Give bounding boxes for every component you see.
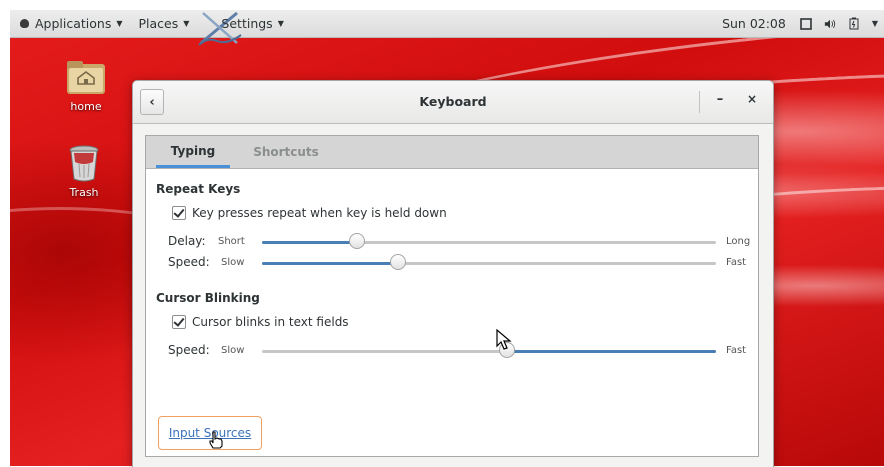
top-panel: Applications ▼ Places ▼ Settings ▼ Sun 0… <box>10 10 884 46</box>
repeat-keys-checkbox-label: Key presses repeat when key is held down <box>192 206 447 220</box>
repeat-keys-heading: Repeat Keys <box>156 182 241 196</box>
clock[interactable]: Sun 02:08 <box>722 16 786 31</box>
blink-speed-label: Speed: <box>168 343 210 357</box>
tab-shortcuts[interactable]: Shortcuts <box>246 136 326 168</box>
caret-down-icon[interactable]: ▼ <box>872 19 878 28</box>
blink-speed-min-label: Slow <box>221 345 245 356</box>
settings-menu[interactable]: Settings ▼ <box>198 11 284 46</box>
volume-icon[interactable] <box>824 18 836 30</box>
caret-down-icon: ▼ <box>277 19 284 28</box>
keyboard-window: ‹ Keyboard – × Typing Shortcuts Repeat K… <box>132 80 774 467</box>
blink-speed-slider-fill <box>507 350 716 353</box>
repeat-keys-checkbox[interactable] <box>172 206 186 220</box>
applications-menu[interactable]: Applications ▼ <box>20 16 123 31</box>
desktop-icon-label: home <box>70 100 102 113</box>
home-folder-icon <box>67 61 105 94</box>
arrow-cursor-icon <box>496 329 512 350</box>
repeat-keys-checkbox-row[interactable]: Key presses repeat when key is held down <box>172 206 447 220</box>
desktop-icon-home[interactable]: home <box>56 58 116 113</box>
applications-label: Applications <box>35 16 112 31</box>
settings-label: Settings <box>221 16 273 31</box>
blink-speed-slider[interactable] <box>262 342 716 358</box>
window-icon[interactable] <box>800 17 812 30</box>
caret-down-icon: ▼ <box>183 19 190 28</box>
minimize-button[interactable]: – <box>711 92 729 110</box>
desktop-icon-label: Trash <box>69 186 99 199</box>
tab-typing[interactable]: Typing <box>156 136 230 168</box>
delay-slider-knob[interactable] <box>349 233 366 249</box>
cursor-blinking-heading: Cursor Blinking <box>156 291 260 305</box>
close-button[interactable]: × <box>743 92 761 110</box>
battery-icon[interactable] <box>848 17 860 30</box>
repeat-speed-label: Speed: <box>168 255 210 269</box>
hand-cursor-icon <box>209 431 223 449</box>
cursor-blink-checkbox[interactable] <box>172 315 186 329</box>
trash-icon <box>69 145 99 182</box>
repeat-speed-slider-fill <box>262 262 399 265</box>
system-tray: Sun 02:08 ▼ <box>722 16 878 31</box>
cursor-blink-checkbox-row[interactable]: Cursor blinks in text fields <box>172 315 349 329</box>
keyboard-notebook: Typing Shortcuts Repeat Keys Key presses… <box>145 135 759 457</box>
desktop-icon-trash[interactable]: Trash <box>54 144 114 199</box>
gnome-foot-icon <box>20 19 29 28</box>
delay-slider[interactable] <box>262 233 716 249</box>
places-label: Places <box>138 16 179 31</box>
repeat-speed-max-label: Fast <box>726 257 747 268</box>
places-menu[interactable]: Places ▼ <box>139 16 190 31</box>
tab-bar: Typing Shortcuts <box>146 136 758 169</box>
window-titlebar[interactable]: ‹ Keyboard – × <box>133 81 773 124</box>
window-title: Keyboard <box>419 94 487 109</box>
repeat-speed-slider-knob[interactable] <box>390 254 407 270</box>
delay-min-label: Short <box>218 236 245 247</box>
delay-max-label: Long <box>726 236 751 247</box>
delay-label: Delay: <box>168 234 206 248</box>
caret-down-icon: ▼ <box>116 19 123 28</box>
repeat-speed-min-label: Slow <box>221 257 245 268</box>
blink-speed-max-label: Fast <box>726 345 747 356</box>
repeat-speed-slider[interactable] <box>262 254 716 270</box>
delay-slider-fill <box>262 241 358 244</box>
cursor-blink-checkbox-label: Cursor blinks in text fields <box>192 315 349 329</box>
titlebar-separator <box>699 91 700 113</box>
